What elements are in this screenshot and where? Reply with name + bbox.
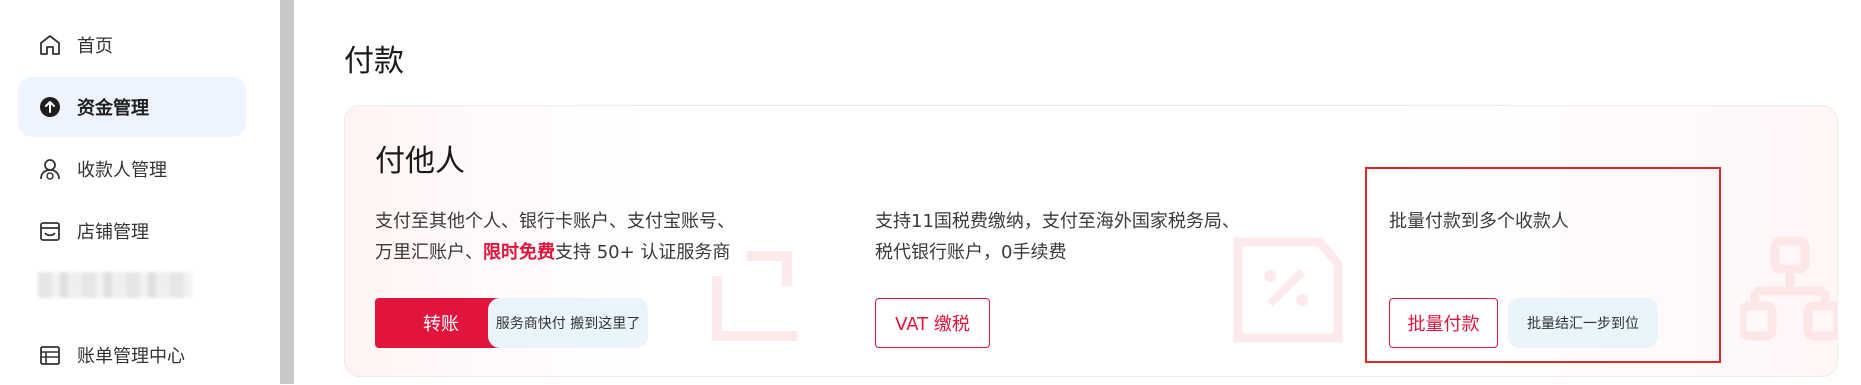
vat-desc-line1: 支持11国税费缴纳，支付至海外国家税务局、: [875, 211, 1240, 232]
sidebar-item-label: 资金管理: [77, 98, 149, 119]
home-icon: [40, 35, 60, 55]
card-title: 付他人: [375, 144, 465, 179]
free-promo-highlight: 限时免费: [483, 242, 555, 263]
vat-description: 支持11国税费缴纳，支付至海外国家税务局、 税代银行账户，0手续费: [875, 206, 1240, 268]
vat-tax-button[interactable]: VAT 缴税: [875, 298, 990, 348]
provider-quickpay-tag[interactable]: 服务商快付 搬到这里了: [488, 298, 648, 348]
sidebar-item-payees[interactable]: 收款人管理: [18, 139, 246, 199]
transfer-desc-suffix: 支持 50+ 认证服务商: [555, 242, 731, 263]
sidebar-item-funds[interactable]: 资金管理: [18, 77, 246, 137]
payee-person-icon: [40, 159, 60, 180]
transfer-desc-prefix: 万里汇账户、: [375, 242, 483, 263]
sidebar-item-label: 收款人管理: [77, 160, 167, 181]
sidebar: 首页 资金管理 收款人管理 店铺管理 账单管理中心: [0, 0, 280, 384]
sidebar-scrollbar[interactable]: [280, 0, 294, 384]
store-icon: [40, 222, 60, 241]
sidebar-item-bills[interactable]: 账单管理中心: [18, 325, 246, 385]
sidebar-item-stores[interactable]: 店铺管理: [18, 201, 246, 261]
sidebar-item-home[interactable]: 首页: [18, 15, 246, 75]
page-title: 付款: [344, 44, 404, 79]
sidebar-item-label: 账单管理中心: [77, 346, 185, 367]
tax-watermark-icon: [1233, 237, 1343, 343]
annotation-highlight-box: [1365, 167, 1721, 363]
transfer-desc-line1: 支付至其他个人、银行卡账户、支付宝账号、: [375, 211, 735, 232]
batch-watermark-icon: [1740, 236, 1837, 341]
arrow-up-circle-icon: [40, 97, 60, 117]
bill-list-icon: [40, 346, 60, 365]
sidebar-item-label: 店铺管理: [77, 222, 149, 243]
redacted-menu-item: [38, 272, 192, 298]
sidebar-item-label: 首页: [77, 36, 113, 57]
transfer-description: 支付至其他个人、银行卡账户、支付宝账号、 万里汇账户、限时免费支持 50+ 认证…: [375, 206, 735, 268]
transfer-desc-line2: 万里汇账户、限时免费支持 50+ 认证服务商: [375, 237, 735, 268]
vat-desc-line2: 税代银行账户，0手续费: [875, 242, 1067, 263]
